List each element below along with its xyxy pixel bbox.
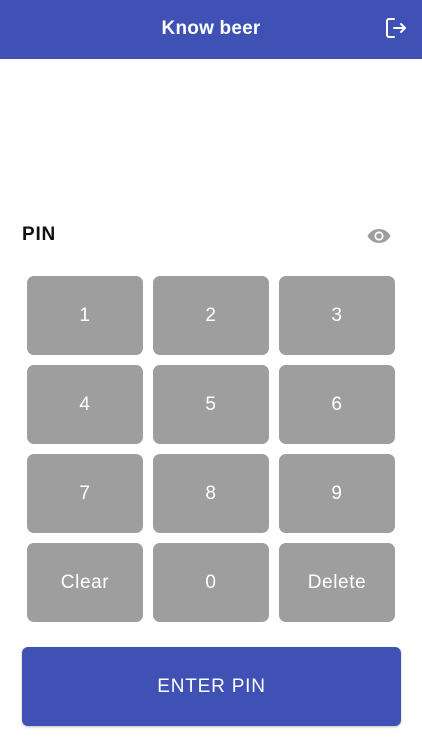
- app-screen: Know beer PIN 1 2 3 4 5 6 7 8 9 Clear 0 …: [0, 0, 422, 750]
- pin-label: PIN: [22, 224, 57, 245]
- eye-icon: [366, 225, 392, 247]
- clear-button[interactable]: Clear: [27, 543, 143, 622]
- numeric-keypad: 1 2 3 4 5 6 7 8 9 Clear 0 Delete: [27, 276, 395, 622]
- key-0[interactable]: 0: [153, 543, 269, 622]
- key-6[interactable]: 6: [279, 365, 395, 444]
- key-7[interactable]: 7: [27, 454, 143, 533]
- key-4[interactable]: 4: [27, 365, 143, 444]
- enter-pin-button[interactable]: ENTER PIN: [22, 647, 401, 726]
- app-header: Know beer: [0, 0, 422, 59]
- app-title: Know beer: [161, 18, 261, 39]
- pin-row: PIN: [22, 222, 392, 252]
- key-2[interactable]: 2: [153, 276, 269, 355]
- logout-button[interactable]: [384, 16, 408, 40]
- key-9[interactable]: 9: [279, 454, 395, 533]
- key-3[interactable]: 3: [279, 276, 395, 355]
- delete-button[interactable]: Delete: [279, 543, 395, 622]
- logout-icon: [384, 16, 408, 40]
- toggle-pin-visibility-button[interactable]: [366, 225, 392, 247]
- key-5[interactable]: 5: [153, 365, 269, 444]
- key-8[interactable]: 8: [153, 454, 269, 533]
- key-1[interactable]: 1: [27, 276, 143, 355]
